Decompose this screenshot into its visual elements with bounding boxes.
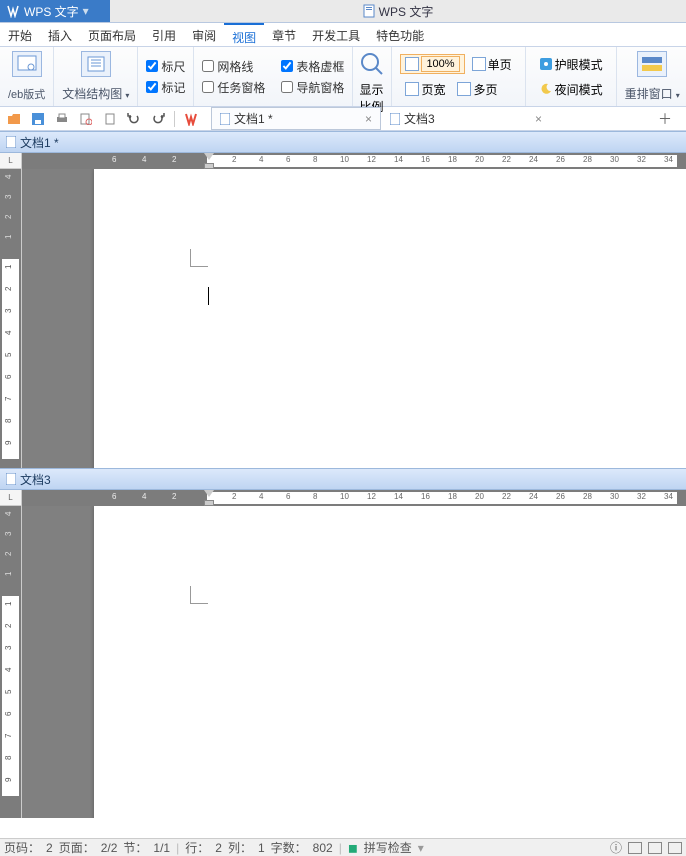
menu-4[interactable]: 审阅 [184,23,224,46]
save-icon[interactable] [30,111,46,127]
doc-tab-0[interactable]: 文档1 *× [211,107,381,130]
status-bar: 页码：2 页面：2/2 节：1/1 | 行：2 列：1 字数：802 | ◼ 拼… [0,838,686,856]
view-mode-1-icon[interactable] [628,842,642,854]
paste-icon[interactable] [102,111,118,127]
quick-access-toolbar: 文档1 *×文档3× ＋ [0,107,686,131]
ribbon: /eb版式 文档结构图 ▾ 标尺标记 网格线任务窗格 表格虚框导航窗格 显示比例… [0,47,686,107]
view-mode-3-icon[interactable] [668,842,682,854]
check-任务窗格[interactable]: 任务窗格 [202,79,265,96]
tab-close-icon[interactable]: × [365,112,372,126]
menu-2[interactable]: 页面布局 [80,23,144,46]
menu-0[interactable]: 开始 [0,23,40,46]
print-icon[interactable] [54,111,70,127]
doc-tab-1[interactable]: 文档3× [381,107,551,130]
check-导航窗格[interactable]: 导航窗格 [281,79,344,96]
status-info-icon[interactable]: ⓘ [610,839,622,856]
pane2-title: 文档3 [20,471,51,488]
view-checks-col2: 网格线任务窗格 [194,47,273,106]
rearrange-windows-icon [637,51,667,77]
display-mode-buttons: 护眼模式 夜间模式 [526,47,617,106]
doc-type-icon [363,4,375,18]
brand-dropdown-icon[interactable]: ▾ [83,4,89,18]
page-canvas[interactable] [22,506,686,818]
outline-icon [81,51,111,77]
ribbon-group-rearrange[interactable]: 重排窗口 ▾ [617,47,686,106]
spellcheck-indicator-icon: ◼ [348,841,358,855]
menu-8[interactable]: 特色功能 [368,23,432,46]
pane2-body: L432112345678964224681012141618202224262… [0,490,686,818]
new-tab-button[interactable]: ＋ [650,107,680,131]
eye-icon [539,57,553,71]
pane2-title-bar: 文档3 [0,468,686,490]
page-icon [472,57,486,71]
menu-5[interactable]: 视图 [224,23,264,46]
undo-icon[interactable] [126,111,142,127]
view-checks-col1: 标尺标记 [138,47,194,106]
spellcheck-toggle[interactable]: 拼写检查 [364,839,412,856]
pane1-body: L432112345678964224681012141618202224262… [0,153,686,468]
menu-1[interactable]: 插入 [40,23,80,46]
zoom-box-icon [405,57,419,71]
magnifier-icon[interactable] [359,51,385,77]
menu-6[interactable]: 章节 [264,23,304,46]
app-brand-bar: WPS 文字 ▾ [0,0,110,22]
page-width-icon [405,82,419,96]
pane1-title-bar: 文档1 * [0,131,686,153]
check-标记[interactable]: 标记 [146,79,185,96]
menu-3[interactable]: 引用 [144,23,184,46]
open-icon[interactable] [6,111,22,127]
wps-home-icon[interactable] [183,111,199,127]
check-标尺[interactable]: 标尺 [146,58,185,75]
document-icon [6,136,16,148]
menu-7[interactable]: 开发工具 [304,23,368,46]
ribbon-group-zoom: 显示比例 [353,47,392,106]
document-icon [6,473,16,485]
pane1-title: 文档1 * [20,134,59,151]
tab-close-icon[interactable]: × [535,112,542,126]
check-表格虚框[interactable]: 表格虚框 [281,58,344,75]
ribbon-group-outline[interactable]: 文档结构图 ▾ [54,47,138,106]
document-tabs: 文档1 *×文档3× [211,107,642,130]
webmode-icon [12,51,42,77]
single-page-button[interactable]: 单页 [467,54,517,75]
zoom-100-button[interactable]: 100% [400,54,464,74]
multipage-icon [457,82,471,96]
multi-page-button[interactable]: 多页 [452,79,502,100]
view-checks-col3: 表格虚框导航窗格 [273,47,353,106]
menubar: 开始插入页面布局引用审阅视图章节开发工具特色功能 [0,23,686,47]
page-view-buttons: 100% 单页 页宽 多页 [392,47,525,106]
page-canvas[interactable] [22,169,686,468]
eye-care-mode-button[interactable]: 护眼模式 [534,54,608,75]
view-mode-2-icon[interactable] [648,842,662,854]
text-caret [208,287,209,305]
check-网格线[interactable]: 网格线 [202,58,265,75]
redo-icon[interactable] [150,111,166,127]
window-title: WPS 文字 [379,3,434,20]
page-width-button[interactable]: 页宽 [400,79,450,100]
app-brand-text: WPS 文字 [24,3,79,20]
ribbon-group-webmode[interactable]: /eb版式 [0,47,54,106]
wps-logo-icon [6,4,20,18]
moon-icon [539,82,553,96]
night-mode-button[interactable]: 夜间模式 [534,79,608,100]
print-preview-icon[interactable] [78,111,94,127]
